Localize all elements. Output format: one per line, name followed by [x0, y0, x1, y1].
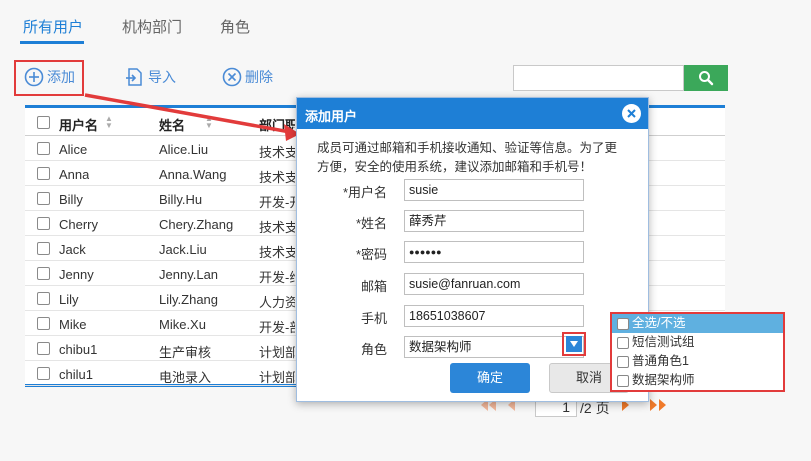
dialog-header: 添加用户: [297, 98, 648, 129]
role-dropdown-button[interactable]: [566, 336, 582, 352]
username-label: *用户名: [342, 185, 387, 200]
role-option-data-architect[interactable]: 数据架构师: [612, 371, 783, 390]
confirm-button[interactable]: 确定: [450, 363, 530, 393]
name-label: *姓名: [355, 216, 387, 231]
dialog-notice: 成员可通过邮箱和手机接收通知、验证等信息。为了更方便，安全的使用系统，建议添加邮…: [317, 141, 618, 174]
role-option-label: 短信测试组: [632, 335, 695, 349]
username-field[interactable]: susie: [404, 179, 584, 201]
name-field[interactable]: 薛秀芹: [404, 210, 584, 232]
role-option-checkbox[interactable]: [617, 356, 629, 368]
role-option-label: 全选/不选: [632, 316, 686, 330]
email-label: 邮箱: [360, 279, 387, 294]
role-option-sms-test[interactable]: 短信测试组: [612, 333, 783, 352]
close-icon: [627, 109, 636, 118]
role-dropdown-list: 全选/不选 短信测试组 普通角色1 数据架构师: [610, 312, 785, 392]
role-option-normal-role[interactable]: 普通角色1: [612, 352, 783, 371]
phone-field[interactable]: 18651038607: [404, 305, 584, 327]
password-field[interactable]: ●●●●●●: [404, 241, 584, 263]
role-option-label: 普通角色1: [632, 354, 689, 368]
role-option-checkbox[interactable]: [617, 375, 629, 387]
email-field[interactable]: susie@fanruan.com: [404, 273, 584, 295]
dialog-title: 添加用户: [305, 109, 358, 124]
role-option-checkbox[interactable]: [617, 337, 629, 349]
role-select[interactable]: 数据架构师: [404, 336, 584, 358]
role-label: 角色: [360, 342, 387, 357]
role-option-label: 数据架构师: [632, 373, 695, 387]
chevron-down-icon: [570, 341, 578, 347]
role-option-checkbox[interactable]: [617, 318, 629, 330]
phone-label: 手机: [360, 311, 387, 326]
add-user-dialog: 添加用户 成员可通过邮箱和手机接收通知、验证等信息。为了更方便，安全的使用系统，…: [296, 97, 649, 402]
password-label: *密码: [355, 247, 387, 262]
role-option-select-all[interactable]: 全选/不选: [612, 314, 783, 333]
dialog-close-button[interactable]: [622, 104, 641, 123]
